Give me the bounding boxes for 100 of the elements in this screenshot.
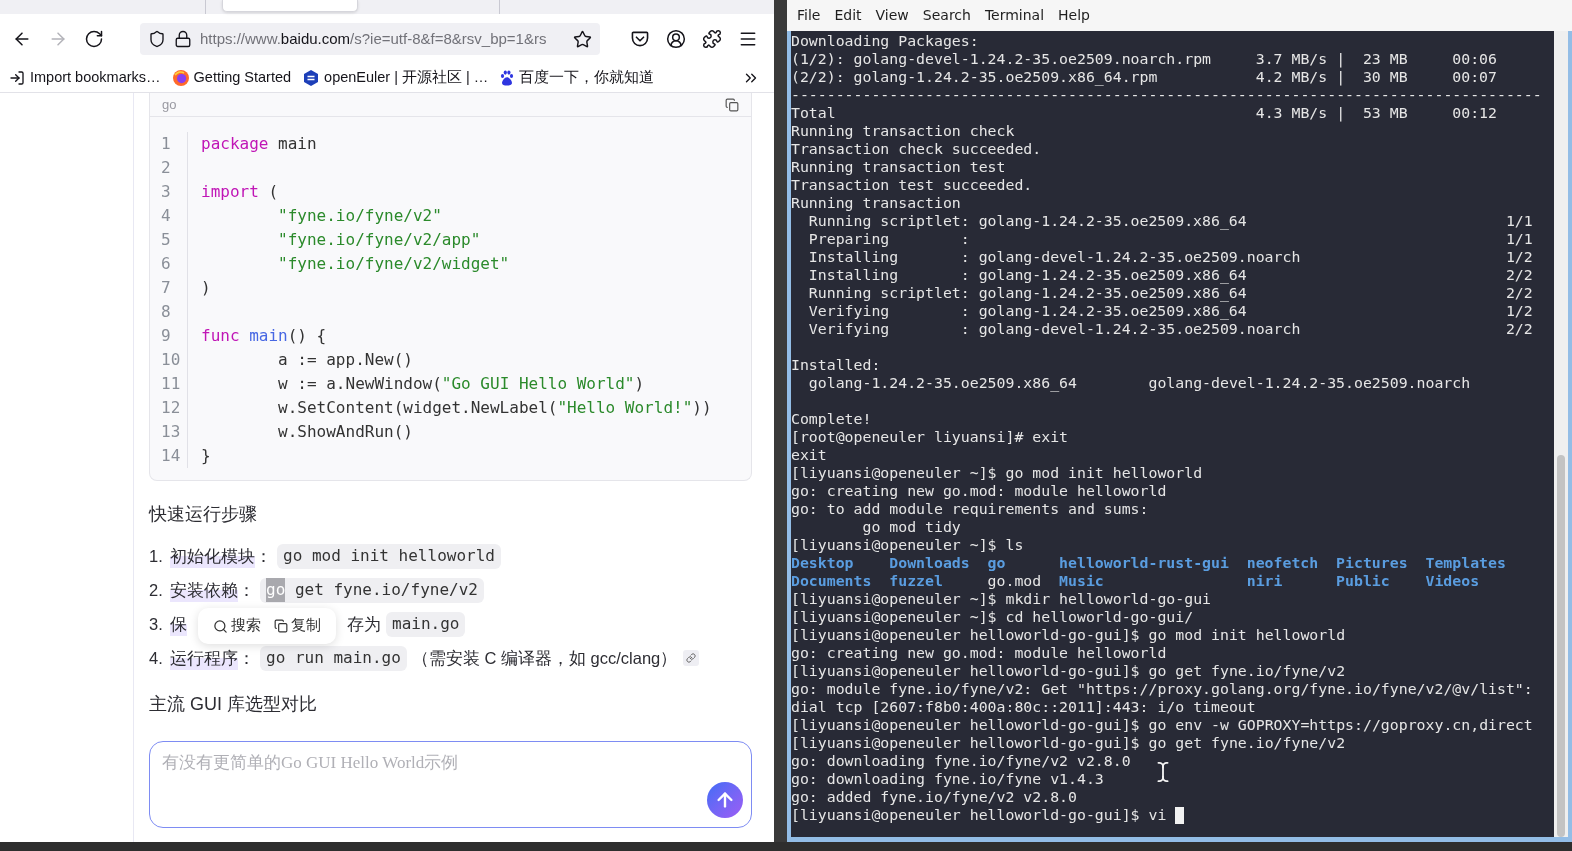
account-icon xyxy=(666,29,686,49)
directory-name: Templates xyxy=(1425,554,1506,572)
terminal-line: go mod tidy xyxy=(861,518,961,536)
package-name: golang-1.24.2-35.oe2509.x86_64 xyxy=(978,284,1247,302)
directory-name: Public xyxy=(1336,572,1390,590)
package-file: (1/2): golang-devel-1.24.2-35.oe2509.noarch.rpm xyxy=(791,50,1212,68)
scrollbar-thumb[interactable] xyxy=(1557,455,1565,837)
line-number: 7 xyxy=(161,278,171,297)
line-number: 6 xyxy=(161,254,171,273)
code-line: } xyxy=(201,446,211,465)
line-number: 3 xyxy=(161,182,171,201)
menu-item[interactable]: Edit xyxy=(834,5,862,26)
copy-icon xyxy=(274,619,289,633)
download-time: 00:12 xyxy=(1452,104,1497,122)
label-colon: : xyxy=(960,302,970,320)
terminal-line: Running transaction check xyxy=(791,122,1015,140)
directory-name: Documents xyxy=(791,572,872,590)
directory-name: Pictures xyxy=(1336,554,1408,572)
code-line: w.ShowAndRun() xyxy=(277,422,413,441)
code-line: import ( xyxy=(201,182,279,201)
bookmark[interactable]: Import bookmarks… xyxy=(9,67,161,89)
terminal-line: Transaction check succeeded. xyxy=(791,140,1042,158)
code-line: a := app.New() xyxy=(277,350,413,369)
step-number: 2. xyxy=(149,579,164,601)
chat-input[interactable]: 有没有更简单的Go GUI Hello World示例 xyxy=(149,741,752,828)
menu-item[interactable]: View xyxy=(875,5,909,26)
progress-count: 1/2 xyxy=(1505,302,1533,320)
paw-icon xyxy=(500,70,515,86)
section-heading: 主流 GUI 库选型对比 xyxy=(149,692,317,716)
progress-count: 2/2 xyxy=(1505,266,1533,284)
copy-icon xyxy=(725,97,739,112)
progress-count: 1/1 xyxy=(1505,230,1533,248)
package-name: golang-1.24.2-35.oe2509.x86_64 xyxy=(808,374,1077,392)
terminal-line: [liyuansi@openeuler ~]$ go mod init helloworld xyxy=(791,464,1203,482)
code-language: go xyxy=(162,98,177,111)
inline-code: go run main.go xyxy=(260,645,407,671)
progress-count: 2/2 xyxy=(1505,284,1533,302)
directory-name: niri xyxy=(1246,572,1283,590)
copy-button[interactable] xyxy=(725,97,739,112)
code-line: w.SetContent(widget.NewLabel("Hello World!")) xyxy=(277,398,712,417)
terminal-line: go: creating new go.mod: module helloworld xyxy=(791,482,1167,500)
bookmark[interactable]: openEuler | 开源社区 | … xyxy=(303,67,489,89)
label-colon: : xyxy=(960,230,970,248)
link-icon[interactable] xyxy=(683,650,700,666)
terminal-line: go: creating new go.mod: module helloworld xyxy=(791,644,1167,662)
menu-icon xyxy=(738,29,758,49)
menu-item[interactable]: Terminal xyxy=(984,5,1045,26)
bookmark[interactable]: Getting Started xyxy=(172,67,292,89)
directory-name: fuzzel xyxy=(889,572,943,590)
code-line: package main xyxy=(201,134,317,153)
inline-code: main.go xyxy=(386,611,466,637)
terminal-line: exit xyxy=(791,446,827,464)
progress-count: 1/1 xyxy=(1505,212,1533,230)
line-number: 1 xyxy=(161,134,171,153)
line-number: 8 xyxy=(161,302,171,321)
puzzle-icon xyxy=(702,29,722,49)
star-icon[interactable] xyxy=(573,29,592,49)
download-size: 30 MB xyxy=(1362,68,1408,86)
directory-name: helloworld-rust-gui xyxy=(1059,554,1229,572)
directory-name: Downloads xyxy=(889,554,970,572)
menu-item[interactable]: File xyxy=(797,5,821,26)
address-bar[interactable]: https://www.baidu.com/s?ie=utf-8&f=8&rsv_bp=1&rs xyxy=(140,23,600,55)
menu-item[interactable]: Search xyxy=(922,5,971,26)
file-name: go.mod xyxy=(987,572,1042,590)
transaction-step: Preparing xyxy=(808,230,890,248)
label-colon: ： xyxy=(238,579,255,601)
label-colon: : xyxy=(960,266,970,284)
copy-button[interactable]: 复制 xyxy=(274,615,322,637)
terminal-line: Installed: xyxy=(791,356,881,374)
label-colon: : xyxy=(960,248,970,266)
shield-icon[interactable] xyxy=(148,30,166,48)
package-name: golang-1.24.2-35.oe2509.x86_64 xyxy=(978,302,1247,320)
label-colon: : xyxy=(960,320,970,338)
terminal-line: Complete! xyxy=(791,410,872,428)
terminal-line: [liyuansi@openeuler ~]$ cd helloworld-go-gui/ xyxy=(791,608,1194,626)
menu-item[interactable]: Help xyxy=(1058,5,1090,26)
search-button[interactable]: 搜索 xyxy=(212,615,261,637)
column-separator: | xyxy=(1336,50,1346,68)
transaction-step: Running scriptlet xyxy=(808,212,961,230)
code-line: ) xyxy=(201,278,211,297)
section-heading: 快速运行步骤 xyxy=(149,502,257,526)
directory-name: Desktop xyxy=(791,554,854,572)
inline-code: go mod init helloworld xyxy=(277,543,501,569)
line-number: 12 xyxy=(161,398,181,417)
label-colon: : xyxy=(960,212,970,230)
label-colon: : xyxy=(960,284,970,302)
label-colon: ： xyxy=(255,545,272,567)
package-name: golang-1.24.2-35.oe2509.x86_64 xyxy=(978,212,1247,230)
bookmark[interactable]: 百度一下，你就知道 xyxy=(500,67,655,89)
directory-name: neofetch xyxy=(1246,554,1319,572)
url-text: https://www.baidu.com/s?ie=utf-8&f=8&rsv_bp=1&rs xyxy=(200,28,547,49)
terminal-line: go: module fyne.io/fyne/v2: Get "https://proxy.golang.org/fyne.io/fyne/v2/@v/list": xyxy=(791,680,1533,698)
line-number: 14 xyxy=(161,446,181,465)
progress-count: 2/2 xyxy=(1505,320,1533,338)
terminal-line: go: downloading fyne.io/fyne v1.4.3 xyxy=(791,770,1104,788)
download-time: 00:07 xyxy=(1452,68,1497,86)
terminal-line: [liyuansi@openeuler ~]$ ls xyxy=(791,536,1024,554)
lock-icon xyxy=(174,30,192,48)
block-cursor-icon xyxy=(1175,806,1185,824)
package-file: Total xyxy=(791,104,836,122)
